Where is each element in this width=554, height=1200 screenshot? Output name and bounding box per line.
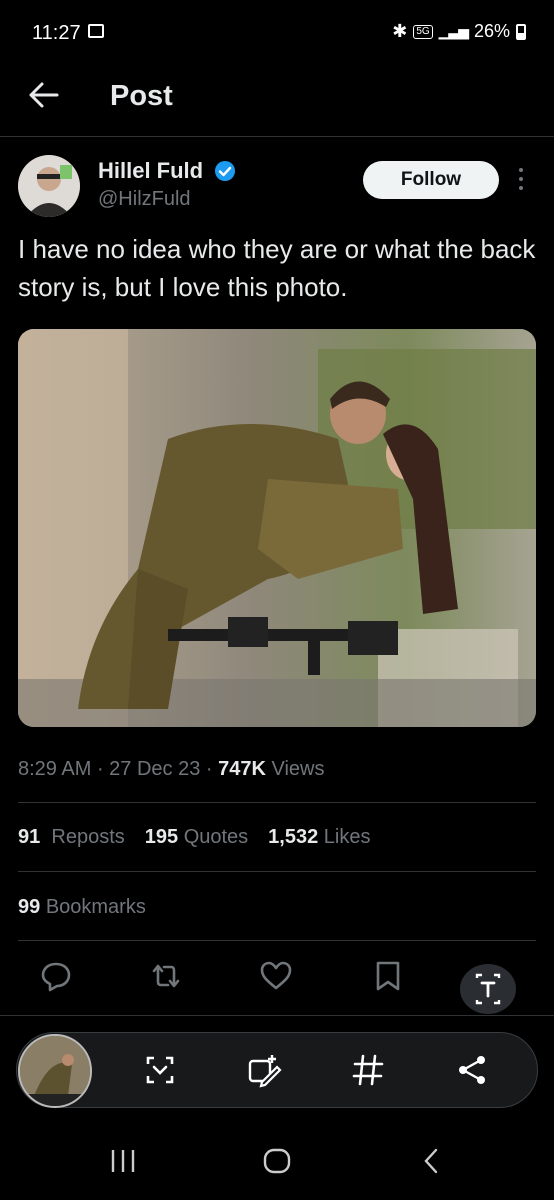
quotes-label: Quotes	[183, 826, 249, 848]
bookmark-icon[interactable]	[370, 958, 406, 994]
tweet-text: I have no idea who they are or what the …	[18, 234, 536, 302]
bookmarks-divider	[18, 940, 536, 941]
tweet-time: 8:29 AM	[18, 758, 92, 780]
battery-icon	[516, 23, 526, 40]
like-icon[interactable]	[258, 958, 294, 994]
tweet-photo[interactable]	[18, 329, 536, 727]
stats-divider	[18, 871, 536, 872]
scan-icon[interactable]	[142, 1052, 178, 1088]
home-icon[interactable]	[262, 1140, 292, 1180]
status-time: 11:27	[32, 22, 81, 44]
bookmarks-stat[interactable]: 99 Bookmarks	[18, 896, 146, 919]
avatar[interactable]	[18, 155, 80, 217]
status-right: ✱ 5G ▁▃▅ 26%	[392, 21, 526, 42]
author-name[interactable]: Hillel Fuld	[98, 158, 203, 184]
reply-icon[interactable]	[38, 958, 74, 994]
likes-label: Likes	[323, 826, 371, 848]
bluetooth-icon: ✱	[392, 21, 408, 41]
tweet-date: 27 Dec 23	[109, 758, 201, 780]
page-title: Post	[110, 80, 173, 112]
back-icon[interactable]	[420, 1140, 444, 1180]
actions-divider	[0, 1015, 554, 1016]
more-vertical-icon[interactable]	[516, 168, 526, 194]
follow-button[interactable]: Follow	[363, 161, 499, 199]
reposts-count: 91	[18, 826, 41, 848]
author-handle[interactable]: @HilzFuld	[98, 188, 191, 211]
views-label: Views	[271, 758, 325, 780]
hashtag-icon[interactable]	[350, 1052, 386, 1088]
status-bar: 11:27 ✱ 5G ▁▃▅ 26%	[0, 0, 554, 60]
network-badge: 5G	[413, 24, 433, 39]
reposts-stat[interactable]: 91 Reposts	[18, 826, 125, 849]
recents-icon[interactable]	[108, 1140, 138, 1180]
meta-divider	[18, 802, 536, 803]
tweet-meta: 8:29 AM · 27 Dec 23 · 747K Views	[18, 758, 325, 780]
screenshot-thumbnail[interactable]	[18, 1034, 92, 1108]
edit-icon[interactable]	[246, 1052, 282, 1088]
quotes-count: 195	[144, 826, 179, 848]
text-scan-icon[interactable]	[460, 964, 516, 1014]
verified-icon	[214, 160, 236, 182]
tweet-stats: 91 Reposts 195 Quotes 1,532 Likes	[18, 826, 371, 849]
views-count: 747K	[218, 758, 266, 780]
repost-icon[interactable]	[148, 958, 184, 994]
reposts-label: Reposts	[51, 826, 125, 848]
likes-count: 1,532	[268, 826, 319, 848]
bookmarks-label: Bookmarks	[45, 896, 146, 918]
gallery-notification-icon	[88, 24, 104, 38]
header-divider	[0, 136, 554, 137]
quotes-stat[interactable]: 195 Quotes	[145, 826, 248, 849]
signal-icon: ▁▃▅	[438, 23, 469, 39]
share-icon[interactable]	[454, 1052, 490, 1088]
bookmarks-count: 99	[18, 896, 41, 918]
battery-percent: 26%	[473, 21, 510, 41]
likes-stat[interactable]: 1,532 Likes	[268, 826, 370, 849]
arrow-left-icon[interactable]	[28, 80, 60, 110]
